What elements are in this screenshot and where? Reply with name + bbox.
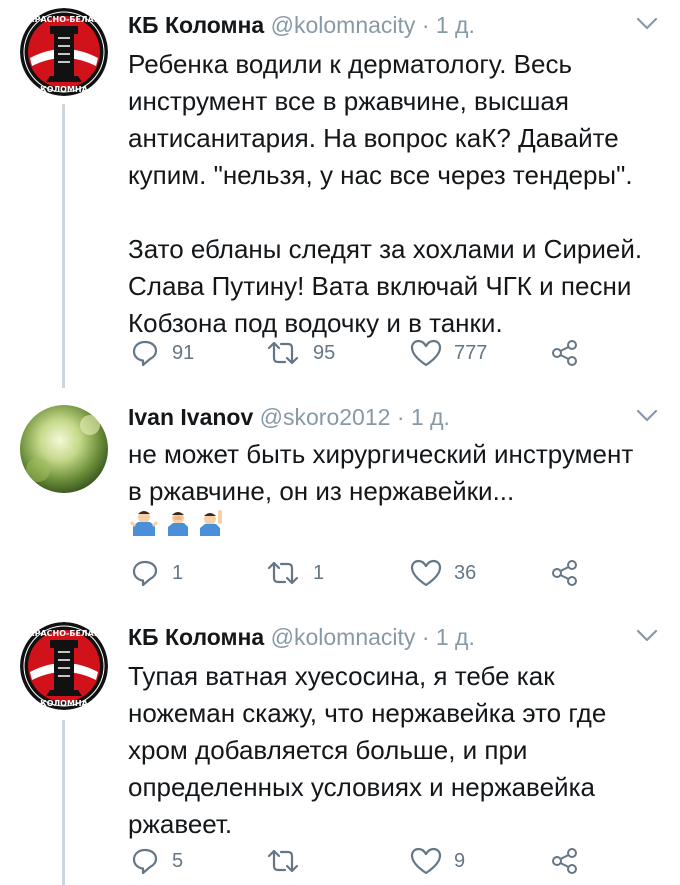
spartak-logo-icon: [20, 8, 108, 96]
tweet-text: Тупая ватная хуесосина, я тебе как ножем…: [128, 661, 607, 839]
share-icon: [552, 340, 577, 366]
share-icon: [552, 848, 577, 874]
like-count: 777: [454, 341, 488, 364]
separator: ·: [421, 12, 430, 38]
reply-icon: [132, 848, 158, 875]
share-icon: [552, 560, 577, 586]
tweet-text: не может быть хирургический инструмент в…: [128, 439, 634, 506]
tweet[interactable]: КБ Коломна @kolomnacity · 1 д. Ребенка в…: [0, 8, 680, 388]
avatar[interactable]: [20, 405, 108, 493]
reply-button[interactable]: 5: [130, 846, 183, 876]
tweet-header: КБ Коломна @kolomnacity · 1 д.: [128, 8, 660, 42]
user-handle[interactable]: @kolomnacity: [271, 12, 416, 38]
display-name[interactable]: КБ Коломна: [128, 624, 264, 650]
timestamp[interactable]: 1 д.: [436, 12, 475, 38]
reply-button[interactable]: 1: [130, 558, 183, 588]
green-bokeh-photo-icon: [20, 405, 108, 493]
share-button[interactable]: [550, 338, 580, 368]
tweet-actions: 91 95 777: [130, 338, 600, 368]
timestamp[interactable]: 1 д.: [436, 624, 475, 650]
tweet[interactable]: КБ Коломна @kolomnacity · 1 д. Тупая ват…: [0, 620, 680, 885]
spartak-logo-icon: [20, 622, 108, 710]
like-button[interactable]: 36: [410, 558, 476, 588]
reply-count: 1: [172, 561, 184, 584]
avatar[interactable]: [20, 622, 108, 710]
share-button[interactable]: [550, 558, 580, 588]
avatar[interactable]: [20, 8, 108, 96]
reply-count: 91: [172, 341, 195, 364]
tweet-actions: 1 1 36: [130, 558, 600, 588]
user-handle[interactable]: @skoro2012: [260, 404, 391, 430]
tweet-text: Ребенка водили к дерматологу. Весь инстр…: [128, 49, 643, 338]
timestamp[interactable]: 1 д.: [411, 404, 450, 430]
retweet-count: 95: [313, 341, 336, 364]
emoji-row: [129, 508, 226, 541]
reply-count: 5: [172, 849, 184, 872]
like-count: 36: [454, 561, 477, 584]
emoji-icons: [129, 510, 222, 536]
retweet-button[interactable]: 95: [265, 338, 335, 368]
retweet-icon: [267, 561, 299, 585]
reply-button[interactable]: 91: [130, 338, 194, 368]
heart-icon: [410, 847, 442, 875]
reply-icon: [132, 340, 158, 367]
display-name[interactable]: КБ Коломна: [128, 12, 264, 38]
tweet-header: КБ Коломна @kolomnacity · 1 д.: [128, 620, 660, 654]
like-button[interactable]: 9: [410, 846, 465, 876]
separator: ·: [396, 404, 405, 430]
man-raising-hand-emoji: [200, 510, 222, 536]
chevron-down-icon[interactable]: [634, 626, 660, 646]
thread-line: [62, 720, 65, 885]
separator: ·: [421, 624, 430, 650]
retweet-button[interactable]: 1: [265, 558, 324, 588]
tweet-actions: 5 9: [130, 846, 600, 876]
like-count: 9: [454, 849, 466, 872]
man-shrugging-emoji: [129, 511, 159, 536]
chevron-down-icon[interactable]: [634, 406, 660, 426]
tweet-header: Ivan Ivanov @skoro2012 · 1 д.: [128, 400, 660, 434]
heart-icon: [410, 559, 442, 587]
reply-icon: [132, 560, 158, 587]
retweet-icon: [267, 341, 299, 365]
chevron-down-icon[interactable]: [634, 14, 660, 34]
user-handle[interactable]: @kolomnacity: [271, 624, 416, 650]
heart-icon: [410, 339, 442, 367]
tweet[interactable]: Ivan Ivanov @skoro2012 · 1 д. не может б…: [0, 400, 680, 610]
share-button[interactable]: [550, 846, 580, 876]
like-button[interactable]: 777: [410, 338, 487, 368]
retweet-icon: [267, 849, 299, 873]
retweet-count: 1: [313, 561, 325, 584]
man-facepalming-emoji: [168, 512, 188, 536]
display-name[interactable]: Ivan Ivanov: [128, 404, 253, 430]
thread-line: [62, 104, 65, 388]
retweet-button[interactable]: [265, 846, 313, 876]
